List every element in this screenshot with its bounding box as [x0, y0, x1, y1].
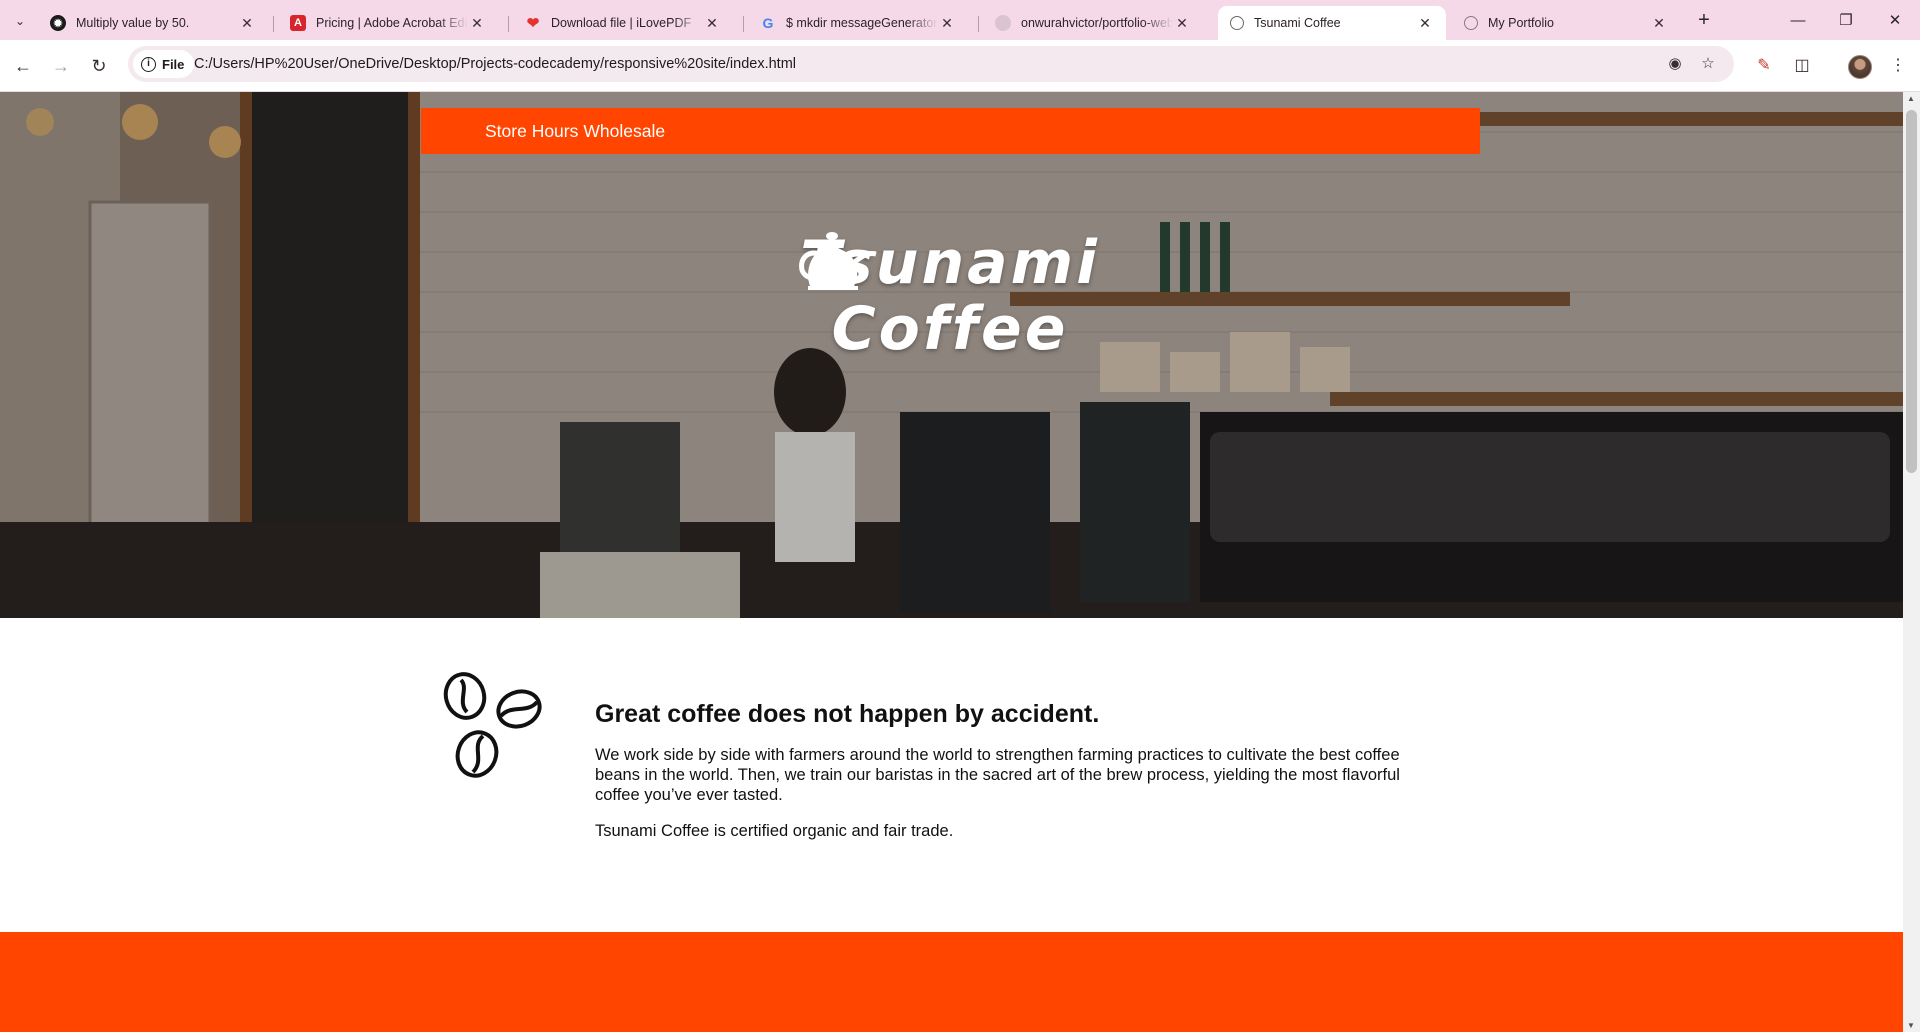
close-icon[interactable]: ✕ — [703, 15, 721, 32]
github-icon — [995, 15, 1011, 31]
ilovepdf-heart-icon: ❤ — [526, 15, 540, 32]
tab-title: Download file | iLovePDF — [551, 16, 692, 30]
reload-icon[interactable]: ↻ — [85, 52, 113, 80]
page-viewport: Store Hours Wholesale Tsunami Coffee Gre… — [0, 92, 1903, 1032]
nav-link-wholesale[interactable]: Wholesale — [583, 121, 665, 142]
pen-extension-icon[interactable]: ✎ — [1752, 54, 1776, 78]
about-paragraph-1: We work side by side with farmers around… — [595, 746, 1400, 804]
bookmark-star-icon[interactable]: ☆ — [1697, 54, 1719, 74]
tab-divider — [508, 16, 509, 32]
tab-title: My Portfolio — [1488, 16, 1554, 30]
google-g-icon: G — [762, 15, 774, 31]
tab-tsunami-coffee[interactable]: Tsunami Coffee ✕ — [1218, 6, 1446, 40]
browser-window: ⌄ ✹ Multiply value by 50. ✕ A Pricing | … — [0, 0, 1920, 1032]
tab-title: $ mkdir messageGenerator mkdir — [786, 16, 938, 30]
tab-strip: ⌄ ✹ Multiply value by 50. ✕ A Pricing | … — [0, 0, 1920, 40]
tab-adobe-pricing[interactable]: A Pricing | Adobe Acrobat Edit a PDF ✕ — [278, 6, 498, 40]
back-arrow-icon[interactable]: ← — [9, 52, 37, 80]
close-icon[interactable]: ✕ — [238, 15, 256, 32]
about-paragraph-2: Tsunami Coffee is certified organic and … — [595, 822, 954, 840]
forward-arrow-icon[interactable]: → — [47, 52, 75, 80]
tsunami-coffee-logo: Tsunami Coffee — [790, 230, 1110, 362]
tab-multiply[interactable]: ✹ Multiply value by 50. ✕ — [38, 6, 268, 40]
about-heading: Great coffee does not happen by accident… — [595, 700, 1100, 728]
globe-icon — [1230, 16, 1244, 30]
site-info-chip[interactable]: i File — [133, 50, 195, 78]
globe-icon — [1464, 16, 1478, 30]
scroll-down-arrow-icon[interactable]: ▼ — [1907, 1021, 1915, 1030]
site-chip-label: File — [162, 56, 185, 72]
window-close-icon[interactable]: ✕ — [1872, 6, 1918, 36]
close-icon[interactable]: ✕ — [468, 15, 486, 32]
about-section: Great coffee does not happen by accident… — [0, 618, 1903, 932]
close-icon[interactable]: ✕ — [1416, 15, 1434, 32]
kettle-icon — [799, 232, 877, 290]
tab-ilovepdf[interactable]: ❤ Download file | iLovePDF ✕ — [513, 6, 733, 40]
minimize-icon[interactable]: — — [1775, 6, 1821, 36]
tab-my-portfolio[interactable]: My Portfolio ✕ — [1452, 6, 1680, 40]
info-icon: i — [141, 56, 156, 72]
orange-band-section — [0, 932, 1903, 1032]
url-text[interactable]: C:/Users/HP%20User/OneDrive/Desktop/Proj… — [194, 46, 796, 82]
logo-line-2: Coffee — [831, 294, 1069, 364]
tab-github[interactable]: onwurahvictor/portfolio-website ✕ — [983, 6, 1203, 40]
hero-banner: Store Hours Wholesale Tsunami Coffee — [0, 92, 1903, 618]
scrollbar-thumb[interactable] — [1906, 110, 1917, 473]
eye-slash-icon[interactable]: ◉ — [1664, 54, 1686, 74]
coffee-beans-icon — [443, 672, 542, 778]
top-navigation: Store Hours Wholesale — [421, 108, 1480, 154]
page-scrollbar[interactable]: ▲ ▼ — [1903, 92, 1920, 1032]
profile-avatar[interactable] — [1848, 55, 1872, 79]
more-menu-icon[interactable]: ⋮ — [1886, 54, 1910, 78]
close-icon[interactable]: ✕ — [1650, 15, 1668, 32]
close-icon[interactable]: ✕ — [1173, 15, 1191, 32]
about-copy: Great coffee does not happen by accident… — [595, 699, 1425, 857]
tab-divider — [978, 16, 979, 32]
tab-title: Tsunami Coffee — [1254, 16, 1341, 30]
tab-google-search[interactable]: G $ mkdir messageGenerator mkdir ✕ — [748, 6, 968, 40]
close-icon[interactable]: ✕ — [938, 15, 956, 32]
tab-title: onwurahvictor/portfolio-website — [1021, 16, 1173, 30]
new-tab-plus-icon[interactable]: + — [1691, 8, 1717, 34]
browser-toolbar: ← → ↻ i File C:/Users/HP%20User/OneDrive… — [0, 40, 1920, 92]
extensions-puzzle-icon[interactable]: ◫ — [1790, 54, 1814, 78]
address-bar[interactable]: i File C:/Users/HP%20User/OneDrive/Deskt… — [128, 46, 1734, 82]
chatgpt-icon: ✹ — [50, 15, 66, 31]
tab-title: Pricing | Adobe Acrobat Edit a PDF — [316, 16, 468, 30]
nav-link-store-hours[interactable]: Store Hours — [485, 121, 578, 142]
scroll-up-arrow-icon[interactable]: ▲ — [1907, 94, 1915, 103]
restore-icon[interactable]: ❐ — [1823, 6, 1869, 36]
tab-divider — [743, 16, 744, 32]
tab-search-chevron-icon[interactable]: ⌄ — [8, 9, 32, 33]
tab-title: Multiply value by 50. — [76, 16, 190, 30]
acrobat-icon: A — [290, 15, 306, 31]
tab-divider — [273, 16, 274, 32]
